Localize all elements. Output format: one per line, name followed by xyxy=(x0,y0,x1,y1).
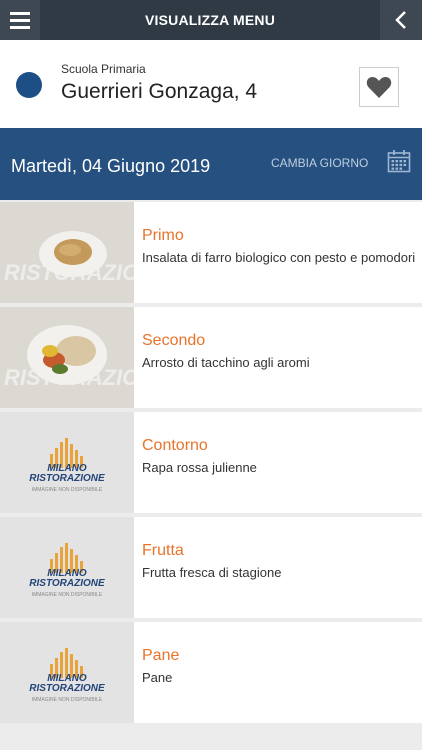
dish-name: Pane xyxy=(142,670,173,685)
chevron-left-icon xyxy=(395,11,406,29)
placeholder-caption: IMMAGINE NON DISPONIBILE xyxy=(31,592,103,598)
menu-icon-bar xyxy=(10,11,30,15)
placeholder-image: MILANO RISTORAZIONE IMMAGINE NON DISPONI… xyxy=(0,517,134,618)
brand-line-2: RISTORAZIONE xyxy=(29,473,105,484)
menu-item-secondo[interactable]: RISTORAZIONE Secondo Arrosto di tacchino… xyxy=(0,307,422,408)
brand-logo-text: MILANO RISTORAZIONE xyxy=(0,464,134,484)
menu-item-frutta[interactable]: MILANO RISTORAZIONE IMMAGINE NON DISPONI… xyxy=(0,517,422,618)
change-day-button[interactable]: CAMBIA GIORNO xyxy=(271,156,368,170)
course-label: Contorno xyxy=(142,437,208,454)
course-label: Frutta xyxy=(142,542,184,559)
school-name: Guerrieri Gonzaga, 4 xyxy=(61,80,258,103)
placeholder-image: MILANO RISTORAZIONE IMMAGINE NON DISPONI… xyxy=(0,622,134,723)
favorite-button[interactable] xyxy=(359,67,399,107)
course-label: Secondo xyxy=(142,332,206,349)
course-label: Pane xyxy=(142,647,180,664)
page-title: VISUALIZZA MENU xyxy=(144,12,276,28)
menu-item-pane[interactable]: MILANO RISTORAZIONE IMMAGINE NON DISPONI… xyxy=(0,622,422,723)
dish-name: Rapa rossa julienne xyxy=(142,460,257,475)
heart-icon xyxy=(366,77,392,98)
brand-logo-text: MILANO RISTORAZIONE xyxy=(0,569,134,589)
school-dot xyxy=(16,72,42,98)
dish-name: Arrosto di tacchino agli aromi xyxy=(142,355,310,370)
back-button[interactable] xyxy=(380,0,422,40)
menu-date: Martedì, 04 Giugno 2019 xyxy=(11,156,211,176)
brand-logo-text: MILANO RISTORAZIONE xyxy=(0,674,134,694)
dish-photo: RISTORAZIONE xyxy=(0,202,134,303)
dish-name: Insalata di farro biologico con pesto e … xyxy=(142,250,416,265)
menu-item-primo[interactable]: RISTORAZIONE Primo Insalata di farro bio… xyxy=(0,202,422,303)
menu-icon-bar xyxy=(10,25,30,29)
brand-line-2: RISTORAZIONE xyxy=(29,578,105,589)
placeholder-image: MILANO RISTORAZIONE IMMAGINE NON DISPONI… xyxy=(0,412,134,513)
placeholder-caption: IMMAGINE NON DISPONIBILE xyxy=(31,487,103,493)
calendar-icon[interactable] xyxy=(387,149,411,173)
course-label: Primo xyxy=(142,227,184,244)
school-type: Scuola Primaria xyxy=(61,62,146,76)
placeholder-caption: IMMAGINE NON DISPONIBILE xyxy=(31,697,103,703)
menu-icon-bar xyxy=(10,18,30,22)
menu-button[interactable] xyxy=(0,0,40,40)
dish-name: Frutta fresca di stagione xyxy=(142,565,282,580)
dish-photo: RISTORAZIONE xyxy=(0,307,134,408)
brand-line-2: RISTORAZIONE xyxy=(29,683,105,694)
menu-item-contorno[interactable]: MILANO RISTORAZIONE IMMAGINE NON DISPONI… xyxy=(0,412,422,513)
